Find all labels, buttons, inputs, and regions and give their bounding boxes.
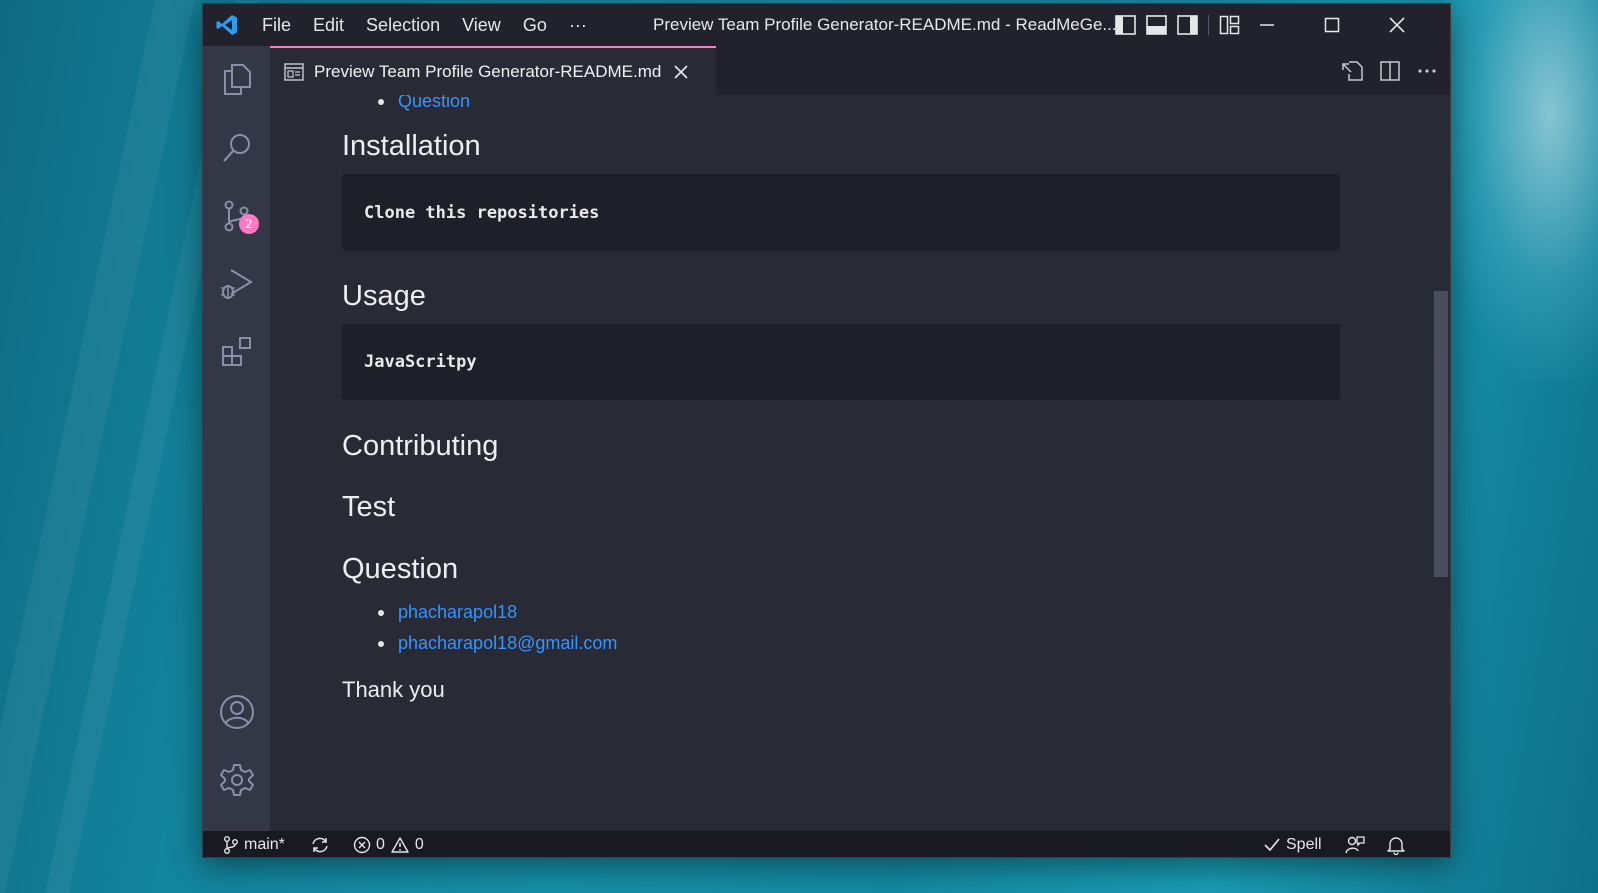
- minimize-button[interactable]: [1234, 4, 1299, 46]
- extensions-button[interactable]: [203, 322, 270, 382]
- search-icon: [222, 134, 250, 162]
- run-debug-icon: [220, 269, 253, 299]
- gear-icon: [219, 764, 254, 796]
- tab-label: Preview Team Profile Generator-README.md: [314, 61, 662, 81]
- heading-installation: Installation: [342, 130, 481, 162]
- github-link[interactable]: phacharapol18: [398, 602, 517, 622]
- menu-file[interactable]: File: [251, 4, 302, 46]
- layout-controls: [1115, 15, 1240, 35]
- error-icon: [353, 836, 371, 854]
- menu-more[interactable]: ···: [558, 4, 598, 46]
- notifications-button[interactable]: [1387, 831, 1405, 857]
- heading-test: Test: [342, 491, 396, 523]
- run-debug-button[interactable]: [203, 254, 270, 314]
- spell-check-status[interactable]: Spell: [1263, 831, 1322, 857]
- vscode-logo-icon: [203, 4, 251, 46]
- window-title: Preview Team Profile Generator-README.md…: [653, 15, 1117, 34]
- sync-icon: [312, 837, 328, 853]
- toggle-primary-sidebar-icon[interactable]: [1115, 15, 1136, 35]
- feedback-icon: [1345, 836, 1365, 854]
- bell-icon: [1387, 837, 1405, 855]
- branch-name: main*: [244, 836, 285, 853]
- error-count: 0: [376, 836, 385, 853]
- code-text: JavaScritpy: [364, 352, 477, 372]
- closing-text: Thank you: [342, 677, 445, 702]
- warning-count: 0: [414, 836, 424, 853]
- editor-actions: [1341, 60, 1439, 82]
- preview-icon: [284, 62, 304, 81]
- preview-content: Question Installation Clone this reposit…: [342, 95, 1340, 703]
- list-item: phacharapol18@gmail.com: [342, 628, 1340, 659]
- manage-button[interactable]: [203, 750, 270, 810]
- split-editor-icon[interactable]: [1379, 60, 1401, 82]
- heading-question: Question: [342, 553, 459, 585]
- markdown-preview: Question Installation Clone this reposit…: [270, 95, 1430, 831]
- warning-icon: [391, 837, 409, 853]
- check-icon: [1264, 838, 1280, 852]
- menu-go[interactable]: Go: [512, 4, 558, 46]
- branch-status[interactable]: main*: [223, 831, 285, 857]
- tab-readme-preview[interactable]: Preview Team Profile Generator-README.md: [270, 46, 716, 95]
- maximize-icon: [1324, 17, 1339, 33]
- minimize-icon: [1259, 24, 1274, 26]
- toc-link-question[interactable]: Question: [398, 95, 470, 111]
- files-icon: [223, 64, 251, 95]
- close-tab-icon[interactable]: [673, 64, 689, 80]
- menu-bar: File Edit Selection View Go ···: [251, 4, 598, 46]
- extensions-icon: [221, 337, 251, 366]
- heading-usage: Usage: [342, 280, 426, 312]
- code-text: Clone this repositories: [364, 202, 600, 223]
- sync-button[interactable]: [310, 831, 330, 857]
- account-icon: [219, 695, 254, 729]
- feedback-button[interactable]: [1345, 831, 1365, 857]
- menu-selection[interactable]: Selection: [355, 4, 451, 46]
- close-icon: [1388, 17, 1405, 33]
- title-bar: File Edit Selection View Go ··· Preview …: [203, 4, 1450, 46]
- spell-label: Spell: [1286, 836, 1322, 853]
- search-button[interactable]: [203, 118, 270, 178]
- vertical-scrollbar[interactable]: [1430, 95, 1450, 831]
- menu-view[interactable]: View: [451, 4, 512, 46]
- accounts-button[interactable]: [203, 682, 270, 742]
- code-block-usage: JavaScritpy: [342, 324, 1340, 400]
- maximize-button[interactable]: [1299, 4, 1364, 46]
- list-item: Question: [342, 95, 1340, 117]
- problems-status[interactable]: 0 0: [353, 831, 424, 857]
- open-source-icon[interactable]: [1341, 60, 1365, 82]
- git-branch-icon: [224, 836, 238, 854]
- list-item: phacharapol18: [342, 597, 1340, 628]
- toggle-secondary-sidebar-icon[interactable]: [1177, 15, 1198, 35]
- explorer-button[interactable]: [203, 49, 270, 109]
- editor-tabs-bar: Preview Team Profile Generator-README.md: [270, 46, 1450, 95]
- activity-bar: 2: [203, 46, 270, 831]
- vscode-window: File Edit Selection View Go ··· Preview …: [202, 3, 1451, 858]
- menu-edit[interactable]: Edit: [302, 4, 355, 46]
- heading-contributing: Contributing: [342, 430, 499, 462]
- code-block-installation: Clone this repositories: [342, 174, 1340, 251]
- layout-divider: [1208, 15, 1209, 35]
- close-window-button[interactable]: [1364, 4, 1429, 46]
- scrollbar-thumb[interactable]: [1434, 291, 1448, 577]
- toggle-panel-icon[interactable]: [1146, 15, 1167, 35]
- status-bar: main* 0 0 Spell: [203, 831, 1450, 857]
- scm-badge: 2: [239, 214, 259, 234]
- source-control-button[interactable]: 2: [203, 186, 270, 246]
- more-actions-icon[interactable]: [1415, 60, 1439, 82]
- email-link[interactable]: phacharapol18@gmail.com: [398, 633, 617, 653]
